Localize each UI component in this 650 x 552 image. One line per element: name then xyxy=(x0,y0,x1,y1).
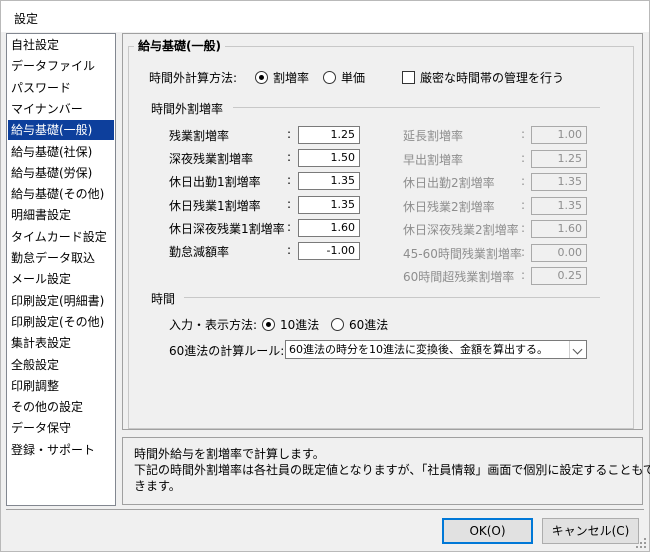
calc-rule-dropdown[interactable]: 60進法の時分を10進法に変換後、金額を算出する。 xyxy=(285,340,587,359)
sidebar-item[interactable]: 印刷設定(その他) xyxy=(8,312,114,332)
overtime-section-title: 時間外割増率 xyxy=(151,102,224,116)
rate-colon: : xyxy=(287,173,292,187)
radio-decimal[interactable] xyxy=(262,318,275,331)
sidebar-item[interactable]: マイナンバー xyxy=(8,99,114,119)
rate-input[interactable]: 1.35 xyxy=(298,172,360,190)
rate-input-disabled: 1.35 xyxy=(531,197,587,215)
time-section-divider xyxy=(184,297,600,298)
radio-sexagesimal[interactable] xyxy=(331,318,344,331)
rate-label: 休日残業1割増率 xyxy=(169,199,261,213)
rate-colon: : xyxy=(521,151,526,165)
rate-input-disabled: 0.25 xyxy=(531,267,587,285)
sidebar-item[interactable]: 全般設定 xyxy=(8,355,114,375)
rate-input-disabled: 1.35 xyxy=(531,173,587,191)
sidebar-item[interactable]: その他の設定 xyxy=(8,397,114,417)
sidebar-item[interactable]: 給与基礎(一般) xyxy=(8,120,114,141)
rate-colon: : xyxy=(287,150,292,164)
radio-rate-label[interactable]: 割増率 xyxy=(273,69,309,86)
radio-unit-price[interactable] xyxy=(323,71,336,84)
footer-divider xyxy=(6,509,644,510)
description-line-3: きます。 xyxy=(134,479,181,493)
rate-label-disabled: 60時間超残業割増率 xyxy=(403,270,515,284)
sidebar-item[interactable]: 登録・サポート xyxy=(8,440,114,460)
overtime-section-divider xyxy=(233,107,600,108)
rate-colon: : xyxy=(521,198,526,212)
rate-label-disabled: 休日深夜残業2割増率 xyxy=(403,223,519,237)
rate-input-disabled: 1.25 xyxy=(531,150,587,168)
radio-sexagesimal-label[interactable]: 60進法 xyxy=(349,316,388,333)
calc-rule-value: 60進法の時分を10進法に変換後、金額を算出する。 xyxy=(289,343,548,356)
description-line-1: 時間外給与を割増率で計算します。 xyxy=(134,447,325,461)
rate-colon: : xyxy=(521,268,526,282)
sidebar-item[interactable]: 集計表設定 xyxy=(8,333,114,353)
sidebar-item[interactable]: パスワード xyxy=(8,78,114,98)
strict-time-checkbox[interactable] xyxy=(402,71,415,84)
rate-label-disabled: 45-60時間残業割増率 xyxy=(403,247,522,261)
strict-time-label[interactable]: 厳密な時間帯の管理を行う xyxy=(420,69,564,86)
rate-colon: : xyxy=(287,127,292,141)
sidebar-item[interactable]: データファイル xyxy=(8,56,114,76)
rate-input[interactable]: 1.35 xyxy=(298,196,360,214)
io-method-label: 入力・表示方法: xyxy=(169,318,258,332)
rate-colon: : xyxy=(521,245,526,259)
rate-colon: : xyxy=(287,197,292,211)
rate-label: 勤怠減額率 xyxy=(169,245,230,259)
rate-colon: : xyxy=(287,220,292,234)
rate-input[interactable]: 1.25 xyxy=(298,126,360,144)
rate-input[interactable]: -1.00 xyxy=(298,242,360,260)
group-title: 給与基礎(一般) xyxy=(134,37,225,54)
description-line-2: 下記の時間外割増率は各社員の既定値となりますが、「社員情報」画面で個別に設定する… xyxy=(134,463,650,477)
rate-input[interactable]: 1.50 xyxy=(298,149,360,167)
ok-button[interactable]: OK(O) xyxy=(442,518,533,544)
rate-label-disabled: 早出割増率 xyxy=(403,153,464,167)
sidebar-item[interactable]: タイムカード設定 xyxy=(8,227,114,247)
rate-colon: : xyxy=(287,243,292,257)
rate-label-disabled: 延長割増率 xyxy=(403,129,464,143)
time-section-title: 時間 xyxy=(151,292,176,306)
sidebar-item[interactable]: 給与基礎(労保) xyxy=(8,163,114,183)
calc-method-label: 時間外計算方法: xyxy=(149,71,238,85)
sidebar-item[interactable]: 給与基礎(社保) xyxy=(8,142,114,162)
sidebar-item[interactable]: 給与基礎(その他) xyxy=(8,184,114,204)
rate-input-disabled: 1.60 xyxy=(531,220,587,238)
sidebar-item[interactable]: 明細書設定 xyxy=(8,205,114,225)
chevron-down-icon[interactable] xyxy=(569,341,586,358)
sidebar-item[interactable]: 印刷設定(明細書) xyxy=(8,291,114,311)
settings-window: 設定 自社設定 データファイル パスワード マイナンバー 給与基礎(一般) 給与基礎(社保… xyxy=(0,0,650,552)
rate-colon: : xyxy=(521,221,526,235)
description-panel: 時間外給与を割増率で計算します。 下記の時間外割増率は各社員の既定値となりますが… xyxy=(122,437,650,505)
rate-label: 深夜残業割増率 xyxy=(169,152,254,166)
sidebar-item[interactable]: メール設定 xyxy=(8,269,114,289)
rate-input-disabled: 0.00 xyxy=(531,244,587,262)
rate-label: 残業割増率 xyxy=(169,129,230,143)
window-title: 設定 xyxy=(14,12,39,26)
rate-colon: : xyxy=(521,127,526,141)
title-bar: 設定 xyxy=(1,1,649,32)
rate-label: 休日出勤1割増率 xyxy=(169,175,261,189)
sidebar-item[interactable]: 印刷調整 xyxy=(8,376,114,396)
radio-unit-price-label[interactable]: 単価 xyxy=(341,69,365,86)
rate-label-disabled: 休日出勤2割増率 xyxy=(403,176,495,190)
sidebar-item[interactable]: 勤怠データ取込 xyxy=(8,248,114,268)
rate-input[interactable]: 1.60 xyxy=(298,219,360,237)
rate-input-disabled: 1.00 xyxy=(531,126,587,144)
radio-decimal-label[interactable]: 10進法 xyxy=(280,316,319,333)
calc-rule-label: 60進法の計算ルール: xyxy=(169,344,285,358)
sidebar-item[interactable]: 自社設定 xyxy=(8,35,114,55)
rate-label-disabled: 休日残業2割増率 xyxy=(403,200,495,214)
rate-colon: : xyxy=(521,174,526,188)
sidebar-item[interactable]: データ保守 xyxy=(8,418,114,438)
settings-category-list[interactable]: 自社設定 データファイル パスワード マイナンバー 給与基礎(一般) 給与基礎(社保) 給与… xyxy=(6,33,116,506)
rate-label: 休日深夜残業1割増率 xyxy=(169,222,285,236)
cancel-button[interactable]: キャンセル(C) xyxy=(542,518,639,544)
radio-rate[interactable] xyxy=(255,71,268,84)
resize-grip-icon[interactable] xyxy=(636,538,646,548)
